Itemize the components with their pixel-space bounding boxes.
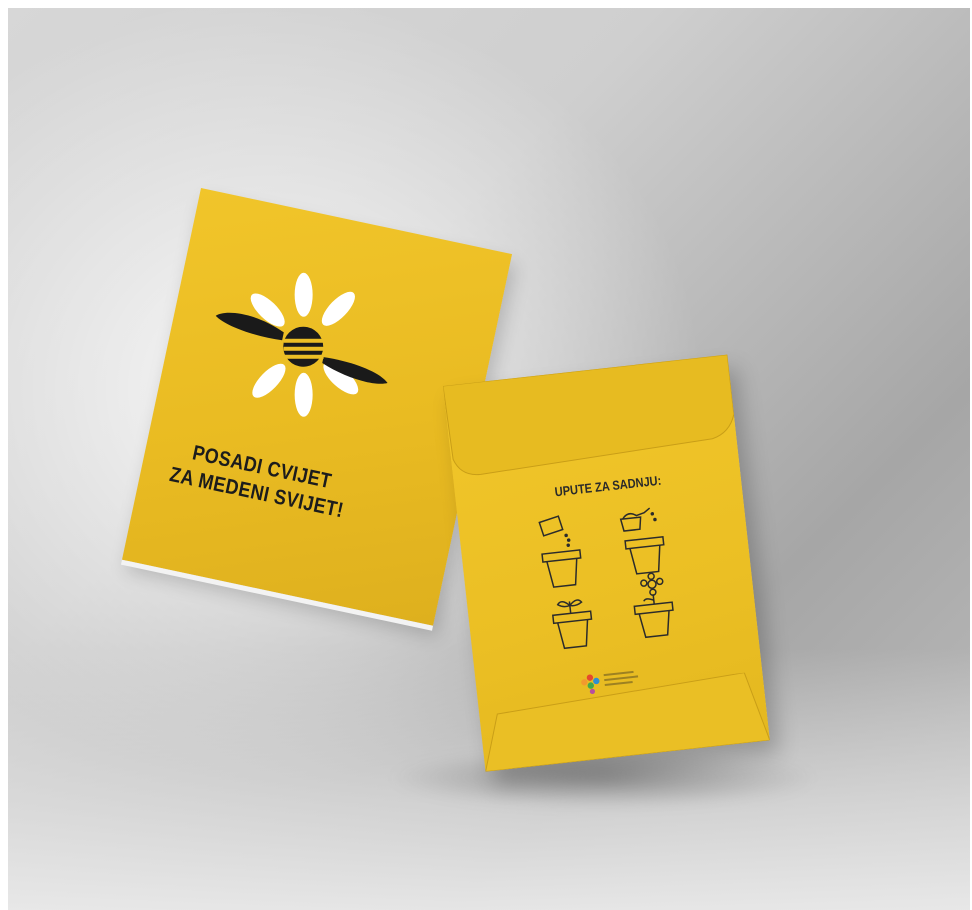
bee-flower-icon xyxy=(215,272,388,417)
seed-envelope-back: UPUTE ZA SADNJU: xyxy=(443,354,770,772)
card-edge xyxy=(120,559,434,631)
planting-steps xyxy=(538,507,674,650)
envelope-flap xyxy=(443,354,735,476)
card-slogan: POSADI CVIJET ZA MEDENI SVIJET! xyxy=(158,435,360,527)
sprout-pot-icon xyxy=(552,599,593,650)
watering-can-pot-icon xyxy=(619,507,665,575)
seed-packet-pot-icon xyxy=(538,515,582,588)
flower-pot-icon xyxy=(633,572,674,639)
product-mockup-scene: POSADI CVIJET ZA MEDENI SVIJET! UPUTE ZA… xyxy=(8,8,970,910)
